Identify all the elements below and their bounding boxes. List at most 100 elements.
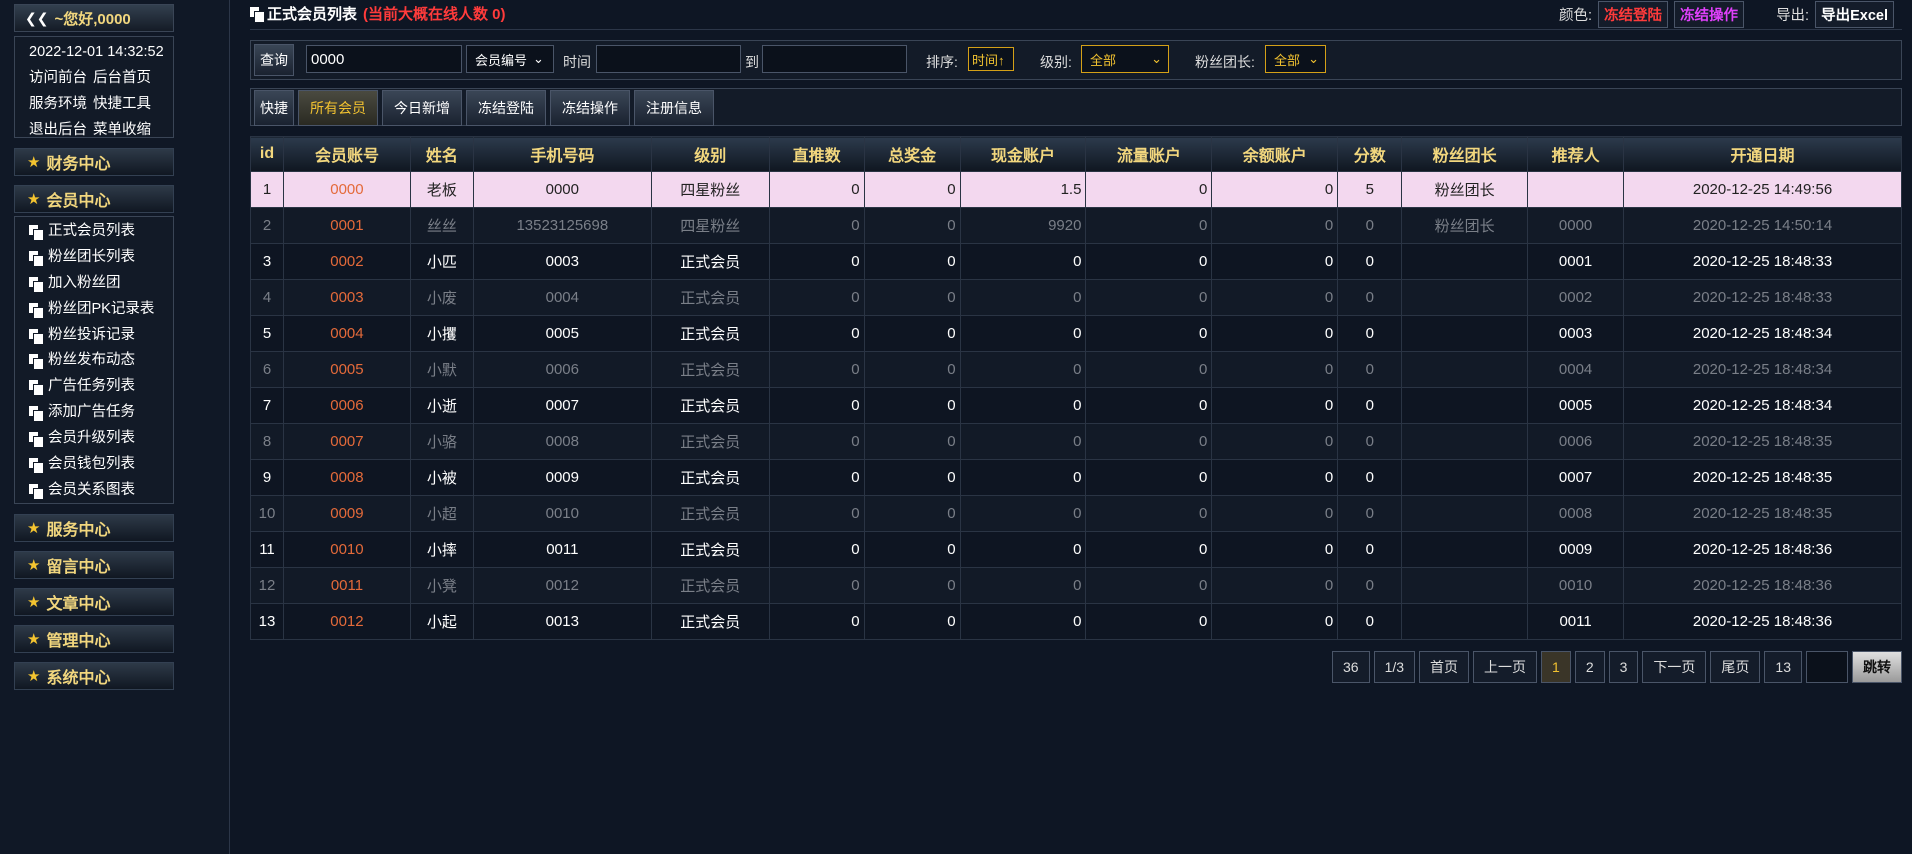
table-row[interactable]: 10 0009 小超 0010 正式会员 0 0 0 0 0 0 0008 2020-12-25 18:…	[250, 495, 1902, 532]
member-account-link[interactable]: 0009	[282, 495, 411, 532]
column-header[interactable]: 总奖金	[863, 136, 961, 172]
column-header[interactable]: 分数	[1337, 136, 1403, 172]
section-management[interactable]: ★ 管理中心	[14, 625, 174, 653]
page-2-button[interactable]: 2	[1574, 651, 1605, 683]
jump-button[interactable]: 跳转	[1852, 651, 1902, 683]
link-admin-home[interactable]: 后台首页	[93, 70, 151, 86]
document-icon	[29, 380, 44, 397]
column-header[interactable]: 推荐人	[1527, 136, 1625, 172]
column-header[interactable]: 级别	[650, 136, 770, 172]
column-header[interactable]: 会员账号	[282, 136, 411, 172]
freeze-login-legend[interactable]: 冻结登陆	[1598, 1, 1669, 28]
prev-page-button[interactable]: 上一页	[1473, 651, 1538, 683]
tab-freeze-login[interactable]: 冻结登陆	[466, 90, 546, 126]
column-header[interactable]: 直推数	[768, 136, 865, 172]
link-server-env[interactable]: 服务环境	[29, 96, 87, 112]
link-quick-tools[interactable]: 快捷工具	[93, 96, 151, 112]
member-account-link[interactable]: 0001	[282, 207, 411, 244]
column-header[interactable]: 流量账户	[1085, 136, 1213, 172]
menu-item[interactable]: 正式会员列表	[15, 219, 173, 245]
section-messages[interactable]: ★ 留言中心	[14, 551, 174, 579]
member-account-link[interactable]: 0005	[282, 351, 411, 388]
member-account-link[interactable]: 0003	[282, 279, 411, 316]
last-page-button[interactable]: 尾页	[1710, 651, 1761, 683]
query-button[interactable]: 查询	[254, 44, 294, 76]
menu-item[interactable]: 粉丝投诉记录	[15, 323, 173, 349]
page-3-button[interactable]: 3	[1608, 651, 1639, 683]
greeting-header[interactable]: ❮❮ ~您好,0000	[14, 4, 174, 32]
menu-item[interactable]: 会员钱包列表	[15, 452, 173, 478]
column-header[interactable]: 现金账户	[959, 136, 1087, 172]
menu-item[interactable]: 加入粉丝团	[15, 271, 173, 297]
table-cell: 0	[1085, 351, 1213, 388]
double-chevron-left-icon[interactable]: ❮❮	[25, 10, 48, 27]
section-label: 服务中心	[46, 522, 111, 539]
tab-freeze-op[interactable]: 冻结操作	[550, 90, 630, 126]
member-account-link[interactable]: 0010	[282, 531, 411, 568]
tab-register-info[interactable]: 注册信息	[634, 90, 714, 126]
table-cell: 0	[768, 171, 865, 208]
level-select[interactable]: 全部 ⌄	[1081, 45, 1169, 73]
time-end-input[interactable]	[762, 45, 907, 73]
column-header[interactable]: 余额账户	[1211, 136, 1339, 172]
table-row[interactable]: 3 0002 小匹 0003 正式会员 0 0 0 0 0 0 0001 2020-12-25 18:4…	[250, 243, 1902, 280]
main-content: 正式会员列表 (当前大概在线人数 0) 颜色: 冻结登陆 冻结操作 导出: 导出…	[250, 0, 1902, 854]
menu-item[interactable]: 广告任务列表	[15, 374, 173, 400]
table-row[interactable]: 6 0005 小默 0006 正式会员 0 0 0 0 0 0 0004 2020-12-25 18:4…	[250, 351, 1902, 388]
tab-all-members[interactable]: 所有会员	[298, 90, 378, 126]
member-account-link[interactable]: 0008	[282, 459, 411, 496]
member-account-link[interactable]: 0012	[282, 603, 411, 640]
link-logout[interactable]: 退出后台	[29, 122, 87, 138]
section-articles[interactable]: ★ 文章中心	[14, 588, 174, 616]
keyword-input[interactable]: 0000	[306, 45, 462, 73]
freeze-op-legend[interactable]: 冻结操作	[1674, 1, 1745, 28]
table-row[interactable]: 8 0007 小骆 0008 正式会员 0 0 0 0 0 0 0006 2020-12-25 18:4…	[250, 423, 1902, 460]
fans-leader-select[interactable]: 全部 ⌄	[1265, 45, 1326, 73]
member-account-link[interactable]: 0011	[282, 567, 411, 604]
column-header[interactable]: 手机号码	[472, 136, 652, 172]
first-page-button[interactable]: 首页	[1419, 651, 1470, 683]
document-icon	[29, 354, 44, 371]
column-header[interactable]: 姓名	[409, 136, 474, 172]
member-account-link[interactable]: 0006	[282, 387, 411, 424]
sort-select[interactable]: 时间↑	[968, 47, 1014, 71]
table-row[interactable]: 7 0006 小逝 0007 正式会员 0 0 0 0 0 0 0005 2020-12-25 18:4…	[250, 387, 1902, 424]
link-visit-front[interactable]: 访问前台	[29, 70, 87, 86]
table-row[interactable]: 5 0004 小攫 0005 正式会员 0 0 0 0 0 0 0003 2020-12-25 18:4…	[250, 315, 1902, 352]
column-header[interactable]: id	[250, 136, 284, 172]
table-cell: 0	[959, 459, 1087, 496]
menu-item[interactable]: 粉丝发布动态	[15, 348, 173, 374]
table-row[interactable]: 2 0001 丝丝 13523125698 四星粉丝 0 0 9920 0 0 0 粉丝团长 0000 2…	[250, 207, 1902, 244]
jump-page-input[interactable]	[1806, 651, 1848, 683]
table-row[interactable]: 13 0012 小起 0013 正式会员 0 0 0 0 0 0 0011 2020-12-25 18:…	[250, 603, 1902, 640]
document-icon	[29, 457, 44, 474]
section-finance[interactable]: ★ 财务中心	[14, 148, 174, 176]
next-page-button[interactable]: 下一页	[1642, 651, 1707, 683]
member-account-link[interactable]: 0004	[282, 315, 411, 352]
section-member[interactable]: ★ 会员中心	[14, 185, 174, 213]
link-collapse-menu[interactable]: 菜单收缩	[93, 122, 151, 138]
member-account-link[interactable]: 0000	[282, 171, 411, 208]
page-1-button[interactable]: 1	[1541, 651, 1571, 683]
table-row[interactable]: 12 0011 小凳 0012 正式会员 0 0 0 0 0 0 0010 2020-12-25 18:…	[250, 567, 1902, 604]
column-header[interactable]: 开通日期	[1623, 136, 1902, 172]
table-row[interactable]: 4 0003 小废 0004 正式会员 0 0 0 0 0 0 0002 2020-12-25 18:4…	[250, 279, 1902, 316]
field-select[interactable]: 会员编号 ⌄	[466, 45, 554, 73]
column-header[interactable]: 粉丝团长	[1401, 136, 1529, 172]
time-start-input[interactable]	[596, 45, 741, 73]
page-title-text: 正式会员列表	[267, 6, 358, 23]
section-service[interactable]: ★ 服务中心	[14, 514, 174, 542]
menu-item[interactable]: 粉丝团PK记录表	[15, 297, 173, 323]
section-system[interactable]: ★ 系统中心	[14, 662, 174, 690]
menu-item[interactable]: 添加广告任务	[15, 400, 173, 426]
table-row[interactable]: 11 0010 小摔 0011 正式会员 0 0 0 0 0 0 0009 2020-12-25 18:…	[250, 531, 1902, 568]
menu-item[interactable]: 粉丝团长列表	[15, 245, 173, 271]
export-excel-button[interactable]: 导出Excel	[1815, 1, 1894, 28]
menu-item[interactable]: 会员升级列表	[15, 426, 173, 452]
tab-today-new[interactable]: 今日新增	[382, 90, 462, 126]
member-account-link[interactable]: 0007	[282, 423, 411, 460]
menu-item[interactable]: 会员关系图表	[15, 478, 173, 504]
table-row[interactable]: 9 0008 小被 0009 正式会员 0 0 0 0 0 0 0007 2020-12-25 18:4…	[250, 459, 1902, 496]
table-row[interactable]: 1 0000 老板 0000 四星粉丝 0 0 1.5 0 0 5 粉丝团长 2020-12-25 14…	[250, 171, 1902, 208]
member-account-link[interactable]: 0002	[282, 243, 411, 280]
